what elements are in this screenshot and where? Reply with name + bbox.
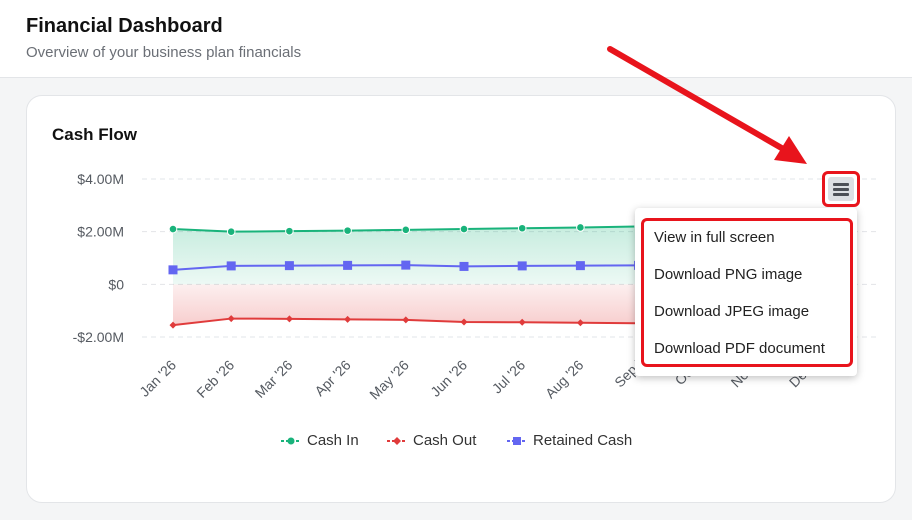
y-tick-label: -$2.00M: [73, 329, 124, 345]
y-tick-label: $0: [108, 276, 124, 292]
y-tick-label: $4.00M: [77, 171, 124, 187]
cash-in-point: [576, 223, 585, 232]
legend-item-cash-in[interactable]: Cash In: [281, 432, 359, 449]
retained-cash-point: [401, 260, 411, 270]
x-tick-label: Jan '26: [136, 357, 179, 400]
menu-item-download-png[interactable]: Download PNG image: [654, 266, 802, 283]
legend-label: Cash Out: [413, 432, 477, 449]
cash-in-point: [226, 227, 236, 236]
diamond-marker-icon: [387, 436, 407, 445]
legend-item-retained-cash[interactable]: Retained Cash: [507, 432, 632, 449]
x-tick-label: May '26: [366, 357, 412, 403]
retained-cash-point: [575, 261, 585, 271]
retained-cash-point: [459, 261, 469, 271]
menu-item-fullscreen[interactable]: View in full screen: [654, 229, 775, 246]
hamburger-menu-icon: [828, 177, 854, 201]
x-tick-label: Feb '26: [193, 357, 237, 401]
cash-in-point: [168, 224, 178, 234]
retained-cash-point: [226, 261, 236, 271]
x-tick-label: Aug '26: [542, 357, 587, 402]
cash-in-point: [285, 226, 294, 236]
retained-cash-point: [168, 265, 178, 275]
legend-label: Cash In: [307, 432, 359, 449]
circle-marker-icon: [281, 437, 301, 444]
cash-in-point: [459, 224, 469, 234]
x-tick-label: Jul '26: [489, 357, 529, 397]
menu-item-download-pdf[interactable]: Download PDF document: [654, 340, 825, 357]
square-marker-icon: [507, 436, 527, 445]
legend-item-cash-out[interactable]: Cash Out: [387, 432, 476, 449]
cash-in-point: [401, 225, 411, 235]
chart-menu-button[interactable]: [822, 171, 860, 207]
x-tick-label: Jun '26: [427, 357, 470, 400]
legend-label: Retained Cash: [533, 432, 633, 449]
menu-item-download-jpeg[interactable]: Download JPEG image: [654, 303, 809, 320]
retained-cash-point: [343, 260, 353, 270]
x-tick-label: Mar '26: [252, 357, 296, 401]
chart-legend: Cash In Cash Out Retained Cash: [0, 432, 912, 452]
x-tick-label: Apr '26: [311, 357, 354, 400]
cash-in-point: [517, 223, 527, 233]
cash-in-point: [343, 226, 352, 235]
retained-cash-point: [517, 261, 527, 271]
y-tick-label: $2.00M: [77, 224, 124, 240]
retained-cash-point: [284, 261, 294, 271]
